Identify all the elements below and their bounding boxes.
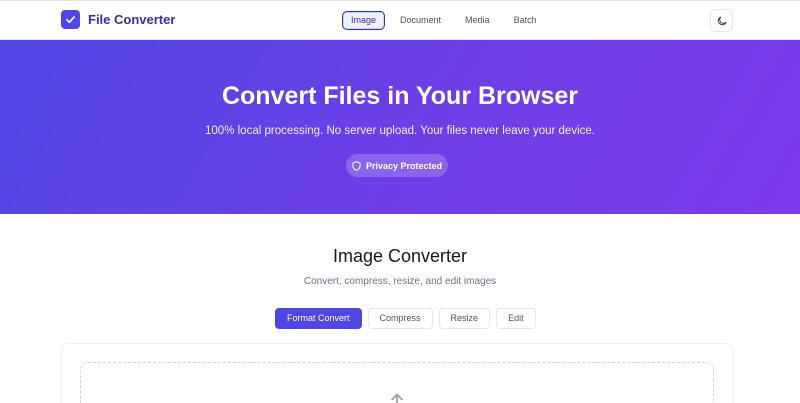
tab-resize[interactable]: Resize [438,308,491,329]
hero-subtitle: 100% local processing. No server upload.… [205,125,595,137]
nav-document[interactable]: Document [391,11,450,30]
nav-batch[interactable]: Batch [505,11,546,30]
converter-subtitle: Convert, compress, resize, and edit imag… [303,276,497,287]
nav-media[interactable]: Media [456,11,499,30]
nav-image[interactable]: Image [342,11,386,30]
converter-tabs: Format Convert Compress Resize Edit [275,308,542,329]
privacy-badge-label: Privacy Protected [365,160,443,171]
moon-icon [717,16,726,25]
top-border [0,0,800,1]
check-icon [66,16,75,24]
tab-compress[interactable]: Compress [367,308,433,329]
app-header: File Converter Image Document Media Batc… [0,0,800,40]
main-nav: Image Document Media Batch [342,11,552,30]
converter-title: Image Converter [332,246,468,266]
tab-edit[interactable]: Edit [496,308,536,329]
brand-name: File Converter [88,12,176,27]
tab-format-convert[interactable]: Format Convert [275,308,362,329]
arrow-up-icon [391,393,403,403]
privacy-badge: Privacy Protected [346,154,448,177]
shield-icon [352,160,361,171]
hero-banner: Convert Files in Your Browser 100% local… [0,40,800,214]
hero-title: Convert Files in Your Browser [221,82,579,110]
logo [61,10,80,29]
brand[interactable]: File Converter [61,10,175,29]
theme-toggle-button[interactable] [710,9,733,32]
